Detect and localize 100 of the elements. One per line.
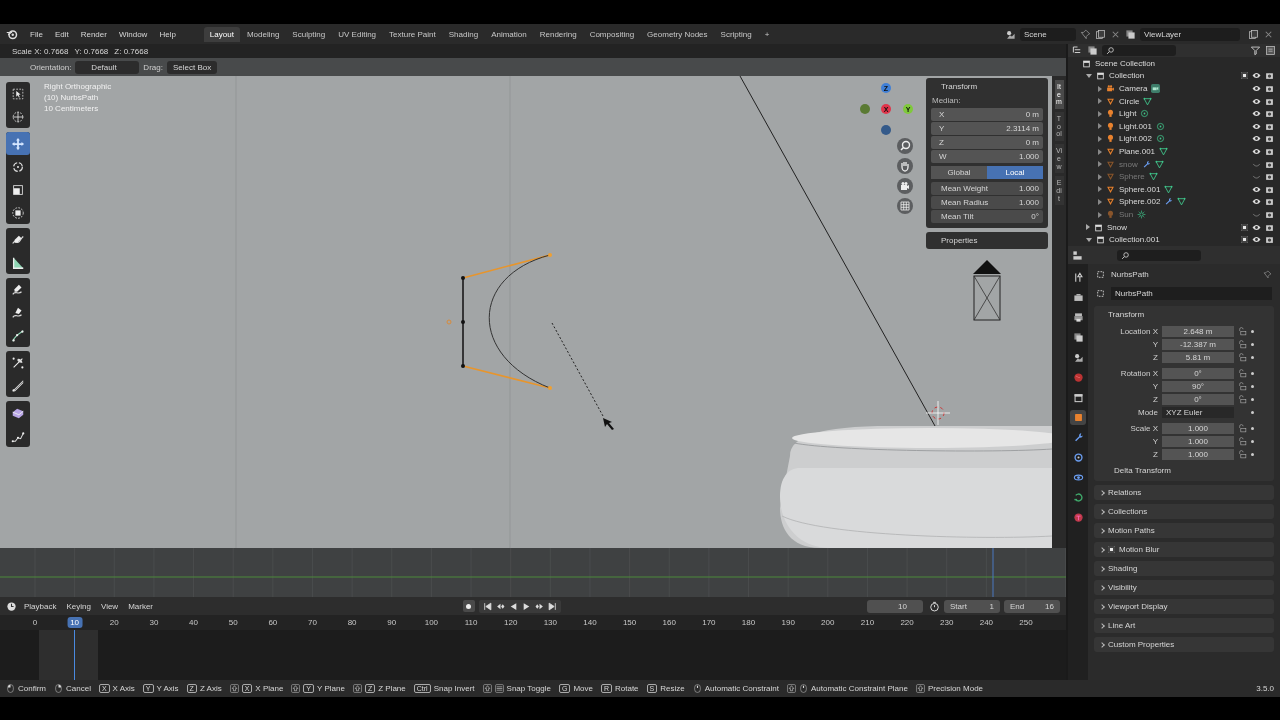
outliner-item[interactable]: snow [1119,159,1138,169]
render-camera-icon[interactable] [1265,159,1274,169]
clock-icon[interactable] [6,600,17,612]
render-camera-icon[interactable] [1265,121,1274,131]
eye-icon[interactable] [1252,84,1261,94]
keyframe-dot[interactable] [1251,371,1254,375]
workspace-tab[interactable]: Sculpting [286,26,332,42]
workspace-tab[interactable]: Shading [442,26,485,42]
keyframe-dot[interactable] [1251,397,1254,401]
grid-icon[interactable] [897,198,913,214]
new-collection-icon[interactable] [1265,45,1276,57]
eye-icon[interactable] [1252,109,1261,119]
render-camera-icon[interactable] [1265,197,1274,207]
lock-icon[interactable] [1238,449,1247,459]
lock-icon[interactable] [1238,352,1247,362]
lock-icon[interactable] [1238,326,1247,336]
toggle-button[interactable]: Local [987,166,1043,179]
menu-item[interactable]: File [26,29,47,39]
scene-icon[interactable] [1005,28,1016,40]
number-field[interactable]: -12.387 m [1162,338,1234,350]
eye-icon[interactable] [1252,184,1261,194]
layers-icon[interactable] [1087,45,1098,57]
lock-icon[interactable] [1238,368,1247,378]
eye-icon[interactable] [1252,71,1261,81]
end-frame-field[interactable]: End 16 [1004,599,1060,613]
outliner-item[interactable]: Sun [1119,210,1134,219]
panel-header[interactable]: Relations [1094,485,1274,500]
lock-icon[interactable] [1238,423,1247,433]
search-field[interactable] [1102,45,1176,57]
panel-header[interactable]: Visibility [1094,580,1274,595]
lock-icon[interactable] [1238,381,1247,391]
eye-icon[interactable] [1252,222,1261,232]
panel-header[interactable]: Line Art [1094,618,1274,633]
number-field[interactable]: W 1.000 [931,150,1043,163]
number-field[interactable]: Z 0 m [931,136,1043,149]
render-camera-icon[interactable] [1265,147,1274,157]
frame-field[interactable]: 10 [867,599,923,613]
checkbox[interactable] [1241,236,1248,244]
number-field[interactable]: Mean Tilt 0° [931,210,1043,223]
orientation-dropdown[interactable]: Default [75,60,140,74]
lock-icon[interactable] [1238,394,1247,404]
outliner-item[interactable]: Light [1119,109,1137,119]
eye-icon[interactable] [1252,121,1261,131]
panel-header[interactable]: Transform [931,80,1043,93]
outliner-item[interactable]: Light.001 [1119,121,1152,131]
pin-icon[interactable] [1080,28,1091,40]
render-camera-icon[interactable] [1265,134,1274,144]
filter-icon[interactable] [1250,45,1261,57]
render-camera-icon[interactable] [1265,109,1274,119]
workspace-tab[interactable]: Texture Paint [383,26,442,42]
toggle-button[interactable]: Global [931,166,987,179]
eye-icon[interactable] [1252,235,1261,245]
render-camera-icon[interactable] [1265,84,1274,94]
mesh-data-icon[interactable] [1159,147,1169,157]
keyframe-dot[interactable] [1251,452,1254,456]
prev-key-icon[interactable] [495,601,505,611]
wrench-icon[interactable] [1141,159,1151,169]
play-reverse-icon[interactable] [508,601,518,611]
keyframe-dot[interactable] [1251,384,1254,388]
render-camera-icon[interactable] [1265,172,1274,182]
eye-icon[interactable] [1252,96,1261,106]
render-camera-icon[interactable] [1265,96,1274,106]
stopwatch-icon[interactable] [929,600,940,612]
outliner-item[interactable]: Light.002 [1119,134,1152,144]
lock-icon[interactable] [1238,436,1247,446]
render-camera-icon[interactable] [1265,184,1274,194]
workspace-tab[interactable]: Scripting [714,26,758,42]
render-camera-icon[interactable] [1265,71,1274,81]
name-field[interactable]: NurbsPath [1111,287,1272,300]
search-field[interactable] [1117,249,1201,261]
play-icon[interactable] [521,601,531,611]
number-field[interactable]: 90° [1162,380,1234,392]
outliner-item[interactable]: Sphere.001 [1119,184,1161,194]
camera-data-icon[interactable] [1151,84,1161,94]
render-camera-icon[interactable] [1265,235,1274,245]
zoom-icon[interactable] [897,138,913,154]
keyframe-dot[interactable] [1251,439,1254,443]
panel-header[interactable]: Transform [1098,308,1270,321]
checkbox[interactable] [1241,72,1248,80]
lock-icon[interactable] [1238,339,1247,349]
outliner-item[interactable]: Collection [1109,71,1145,81]
mesh-data-icon[interactable] [1164,184,1174,194]
outliner-item[interactable]: Sphere [1119,172,1145,182]
layers-icon[interactable] [1125,28,1136,40]
axis-handle[interactable] [860,104,870,114]
scene-field[interactable]: Scene [1020,27,1076,41]
menu-item[interactable]: Marker [125,601,157,611]
eye-icon[interactable] [1252,147,1261,157]
keyframe-dot[interactable] [1251,342,1254,346]
current-frame-marker[interactable]: 10 [67,617,83,628]
eye-icon[interactable] [1252,197,1261,207]
outliner-item[interactable]: Collection.001 [1109,235,1160,245]
jump-start-icon[interactable] [482,601,492,611]
panel-header[interactable]: Motion Paths [1094,523,1274,538]
menu-item[interactable]: View [97,601,122,611]
copy-icon[interactable] [1095,28,1106,40]
hand-icon[interactable] [897,158,913,174]
keyframe-dot[interactable] [1251,410,1254,414]
number-field[interactable]: Mean Radius 1.000 [931,196,1043,209]
view-layer-field[interactable]: ViewLayer [1140,27,1240,41]
